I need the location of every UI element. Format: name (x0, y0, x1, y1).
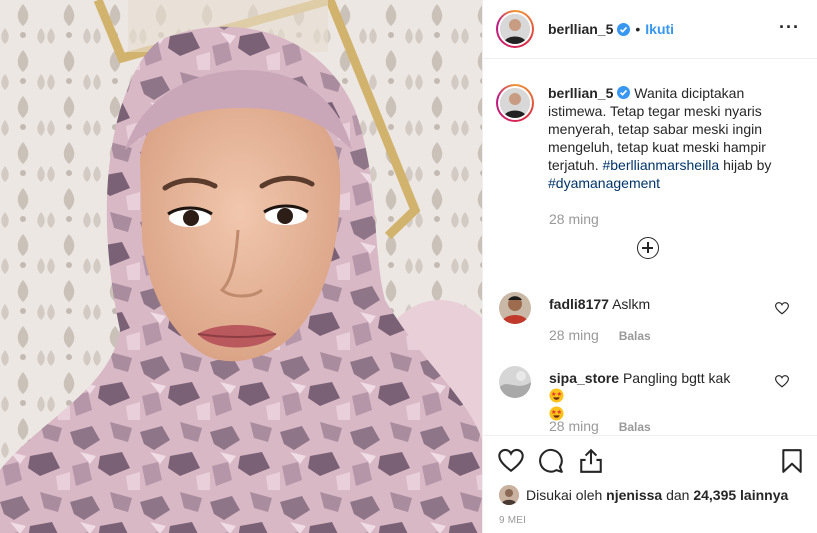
comment-heart-icon[interactable] (775, 375, 789, 388)
heart-icon[interactable] (498, 448, 524, 474)
commenter-avatar-image (499, 366, 531, 398)
header-separator: • (635, 21, 641, 37)
commenter-avatar-image (499, 292, 531, 324)
caption-username[interactable]: berllian_5 (548, 85, 613, 101)
comment-meta: 28 ming Balas (549, 418, 651, 434)
likes-conj: dan (666, 487, 690, 503)
post-details-panel: berllian_5 • Ikuti ··· berllian_5 Wanita… (482, 0, 817, 533)
author-avatar-image (500, 14, 530, 44)
commenter-avatar[interactable] (499, 292, 531, 324)
post-actions: Disukai oleh njenissa dan 24,395 lainnya… (483, 435, 817, 533)
liker-username[interactable]: njenissa (606, 487, 662, 503)
comment-text: Pangling bgtt kak (622, 370, 731, 386)
comment-text: Aslkm (612, 296, 651, 312)
comment-heart-icon[interactable] (775, 302, 789, 315)
comment-username[interactable]: sipa_store (549, 370, 619, 386)
hashtag-link[interactable]: #dyamanagement (548, 175, 660, 191)
load-more-icon[interactable] (637, 237, 659, 259)
comment-timestamp[interactable]: 28 ming (549, 418, 599, 434)
post-header: berllian_5 • Ikuti ··· (483, 0, 817, 59)
instagram-post: berllian_5 • Ikuti ··· berllian_5 Wanita… (0, 0, 817, 533)
follow-button[interactable]: Ikuti (645, 21, 674, 37)
caption-text: berllian_5 Wanita diciptakan istimewa. T… (548, 84, 798, 192)
star-struck-emoji-icon (549, 388, 564, 403)
liker-avatar-image (499, 485, 519, 505)
commenter-avatar[interactable] (499, 366, 531, 398)
hashtag-link[interactable]: #berllianmarsheilla (602, 157, 719, 173)
verified-badge-icon (617, 22, 631, 36)
caption-avatar[interactable] (496, 84, 534, 122)
comment-icon[interactable] (538, 448, 564, 474)
liker-avatar[interactable] (499, 485, 519, 505)
likes-prefix: Disukai oleh (526, 487, 603, 503)
comment-timestamp[interactable]: 28 ming (549, 327, 599, 343)
likes-count[interactable]: 24,395 lainnya (693, 487, 788, 503)
share-icon[interactable] (578, 448, 604, 474)
likes-summary[interactable]: Disukai oleh njenissa dan 24,395 lainnya (499, 485, 788, 505)
verified-badge-icon (617, 86, 631, 99)
caption-timestamp[interactable]: 28 ming (549, 211, 599, 227)
comment-meta: 28 ming Balas (549, 327, 651, 343)
reply-button[interactable]: Balas (619, 420, 651, 434)
more-options-icon[interactable]: ··· (779, 18, 800, 36)
comment-username[interactable]: fadli8177 (549, 296, 609, 312)
post-date[interactable]: 9 MEI (499, 515, 526, 526)
comments-section[interactable]: berllian_5 Wanita diciptakan istimewa. T… (483, 60, 817, 435)
caption-avatar-image (500, 88, 530, 118)
comment-body: fadli8177 Aslkm (549, 295, 739, 313)
post-caption: berllian_5 Wanita diciptakan istimewa. T… (496, 84, 806, 192)
post-photo[interactable] (0, 0, 482, 533)
author-username[interactable]: berllian_5 (548, 21, 613, 37)
comment-body: sipa_store Pangling bgtt kak (549, 369, 739, 423)
reply-button[interactable]: Balas (619, 329, 651, 343)
caption-middle: hijab by (723, 157, 772, 173)
selfie-image (0, 0, 482, 533)
author-avatar[interactable] (496, 10, 534, 48)
bookmark-icon[interactable] (779, 448, 805, 474)
